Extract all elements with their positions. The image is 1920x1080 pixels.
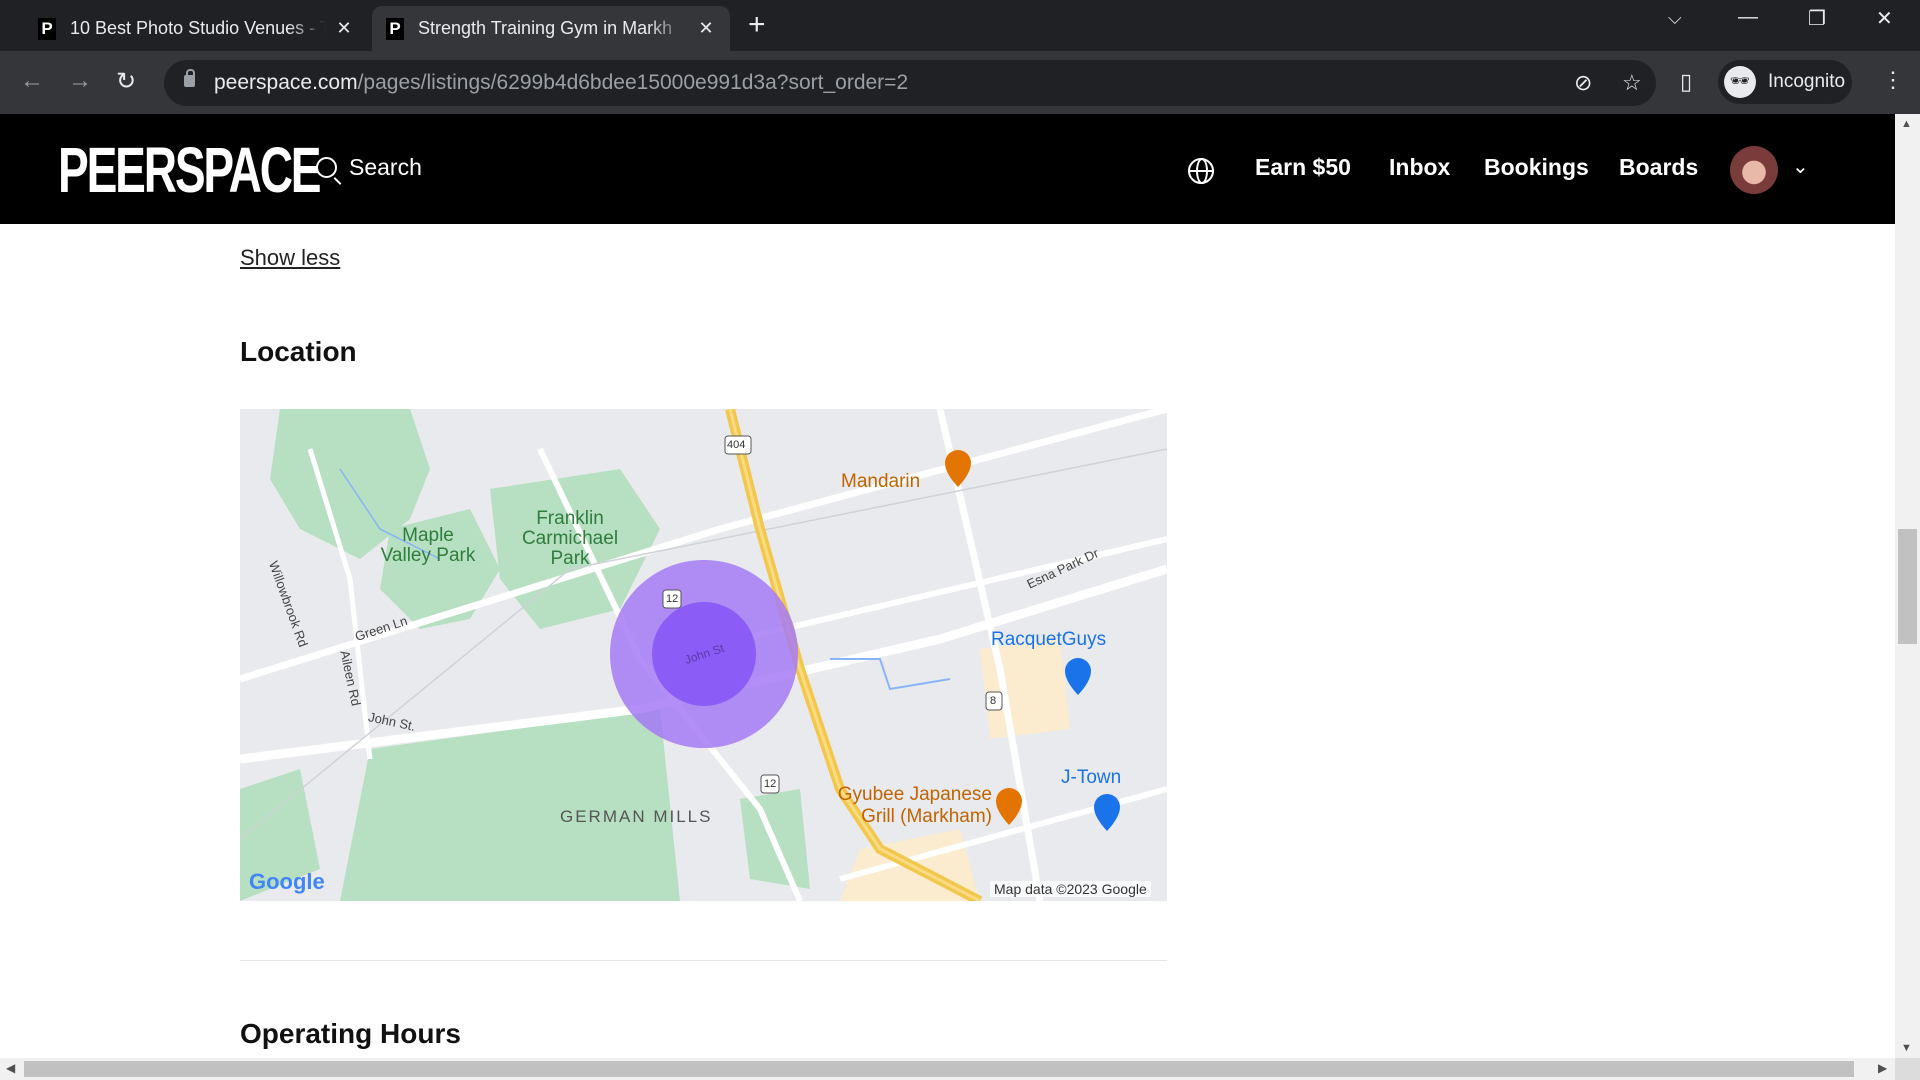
chevron-down-icon[interactable]: ⌄ — [1792, 154, 1809, 179]
user-avatar[interactable] — [1730, 146, 1778, 194]
nav-bookings[interactable]: Bookings — [1484, 154, 1589, 181]
nav-earn[interactable]: Earn $50 — [1255, 154, 1351, 181]
lock-icon[interactable] — [184, 69, 195, 87]
vertical-scrollbar[interactable]: ▲ ▼ — [1895, 114, 1920, 1058]
reload-button[interactable]: ↻ — [116, 67, 136, 96]
incognito-profile-button[interactable]: 🕶 Incognito — [1718, 60, 1852, 104]
park-maple-valley: Maple Valley Park — [380, 525, 476, 566]
tab-title: Strength Training Gym in Markh — [418, 18, 673, 38]
nav-boards[interactable]: Boards — [1619, 154, 1698, 181]
scroll-up-arrow-icon[interactable]: ▲ — [1901, 118, 1912, 130]
vertical-scroll-thumb[interactable] — [1898, 529, 1917, 644]
minimize-button[interactable]: — — [1738, 6, 1758, 29]
location-map[interactable]: 404 12 12 8 Mandarin RacquetGuys J-Town … — [240, 409, 1167, 901]
eye-off-icon[interactable]: ⊘ — [1574, 70, 1592, 96]
new-tab-button[interactable]: + — [748, 8, 766, 42]
route-12-label: 12 — [666, 593, 679, 605]
tab-title: 10 Best Photo Studio Venues - T — [70, 18, 326, 38]
back-button[interactable]: ← — [20, 67, 44, 95]
side-panel-icon[interactable]: ▯ — [1680, 69, 1692, 95]
tab-photo-studio[interactable]: P 10 Best Photo Studio Venues - T ✕ — [24, 6, 368, 51]
place-racquetguys[interactable]: RacquetGuys — [991, 629, 1106, 651]
bookmark-star-icon[interactable]: ☆ — [1622, 70, 1642, 96]
route-8-label: 8 — [990, 695, 997, 707]
place-gyubee[interactable]: Gyubee Japanese Grill (Markham) — [828, 784, 992, 828]
url-text[interactable]: peerspace.com/pages/listings/6299b4d6bde… — [214, 71, 908, 95]
show-less-link[interactable]: Show less — [240, 245, 340, 271]
horizontal-scrollbar[interactable]: ◀ ▶ — [0, 1058, 1895, 1080]
search-icon — [316, 157, 337, 178]
incognito-label: Incognito — [1768, 71, 1846, 92]
forward-button[interactable]: → — [68, 67, 92, 95]
search-button[interactable]: Search — [316, 154, 422, 181]
section-divider — [240, 960, 1167, 961]
scroll-down-arrow-icon[interactable]: ▼ — [1901, 1042, 1912, 1054]
place-j-town[interactable]: J-Town — [1061, 767, 1121, 789]
tab-strip: P 10 Best Photo Studio Venues - T ✕ P St… — [0, 0, 1920, 51]
close-window-button[interactable]: ✕ — [1876, 6, 1893, 31]
scroll-right-arrow-icon[interactable]: ▶ — [1878, 1061, 1887, 1075]
scroll-left-arrow-icon[interactable]: ◀ — [6, 1061, 15, 1075]
location-heading: Location — [240, 336, 357, 367]
map-attribution[interactable]: Map data ©2023 Google — [990, 881, 1151, 897]
restore-button[interactable]: ❐ — [1808, 6, 1826, 31]
globe-icon[interactable] — [1188, 158, 1214, 184]
search-label: Search — [349, 154, 422, 180]
peerspace-favicon: P — [386, 17, 404, 40]
menu-kebab-icon[interactable]: ⋮ — [1882, 67, 1904, 93]
place-mandarin[interactable]: Mandarin — [841, 471, 920, 493]
close-tab-icon[interactable]: ✕ — [696, 18, 716, 39]
peerspace-favicon: P — [38, 17, 56, 40]
horizontal-scroll-thumb[interactable] — [24, 1061, 1854, 1077]
close-tab-icon[interactable]: ✕ — [334, 18, 354, 39]
google-logo[interactable]: Google — [249, 869, 325, 895]
site-header: PEERSPACE Search Earn $50 Inbox Bookings… — [0, 114, 1895, 224]
nav-inbox[interactable]: Inbox — [1389, 154, 1450, 181]
peerspace-logo[interactable]: PEERSPACE — [58, 138, 322, 202]
neighbourhood-german-mills: GERMAN MILLS — [560, 807, 713, 826]
incognito-icon: 🕶 — [1724, 66, 1756, 98]
scrollbar-corner — [1895, 1058, 1920, 1080]
route-404-label: 404 — [727, 439, 746, 451]
tab-search-icon[interactable]: ⌵ — [1668, 8, 1682, 29]
browser-toolbar: ← → ↻ peerspace.com/pages/listings/6299b… — [0, 51, 1920, 114]
park-franklin-carmichael: Franklin Carmichael Park — [521, 508, 619, 569]
operating-hours-heading: Operating Hours — [240, 1018, 461, 1049]
route-12-label: 12 — [764, 778, 777, 790]
address-bar[interactable]: peerspace.com/pages/listings/6299b4d6bde… — [164, 60, 1656, 106]
tab-strength-training[interactable]: P Strength Training Gym in Markh ✕ — [372, 6, 730, 51]
